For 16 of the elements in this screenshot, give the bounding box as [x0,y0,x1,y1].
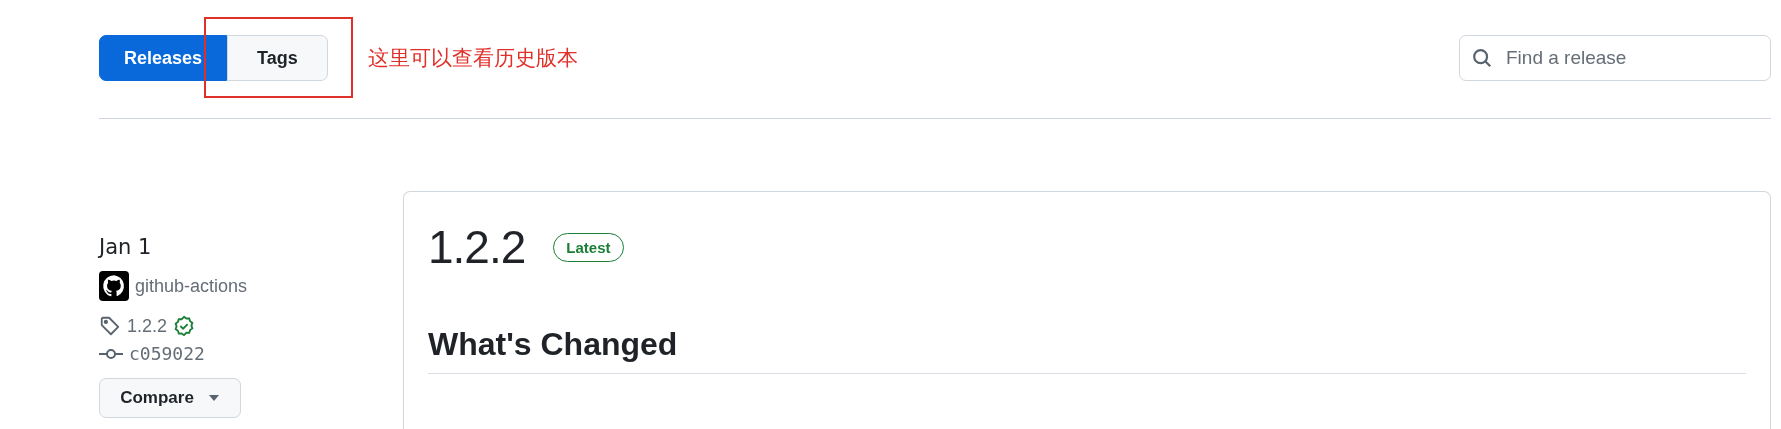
section-heading: What's Changed [428,326,1746,374]
avatar-icon [99,271,129,301]
release-title: 1.2.2 [428,220,526,274]
release-date: Jan 1 [99,235,152,259]
author-link[interactable]: github-actions [135,275,248,297]
search-icon [1471,47,1493,69]
compare-button[interactable]: Compare [99,378,241,418]
search-field[interactable]: Find a release [1459,35,1771,81]
commit-icon [99,346,123,361]
tag-link[interactable]: 1.2.2 [127,315,168,337]
caret-icon [207,394,220,402]
annotation-text: 这里可以查看历史版本 [367,45,579,72]
commit-link[interactable]: c059022 [129,343,205,364]
tab[interactable]: Tags [227,35,328,81]
tag-icon [99,315,121,337]
tab[interactable]: Releases [99,35,228,81]
